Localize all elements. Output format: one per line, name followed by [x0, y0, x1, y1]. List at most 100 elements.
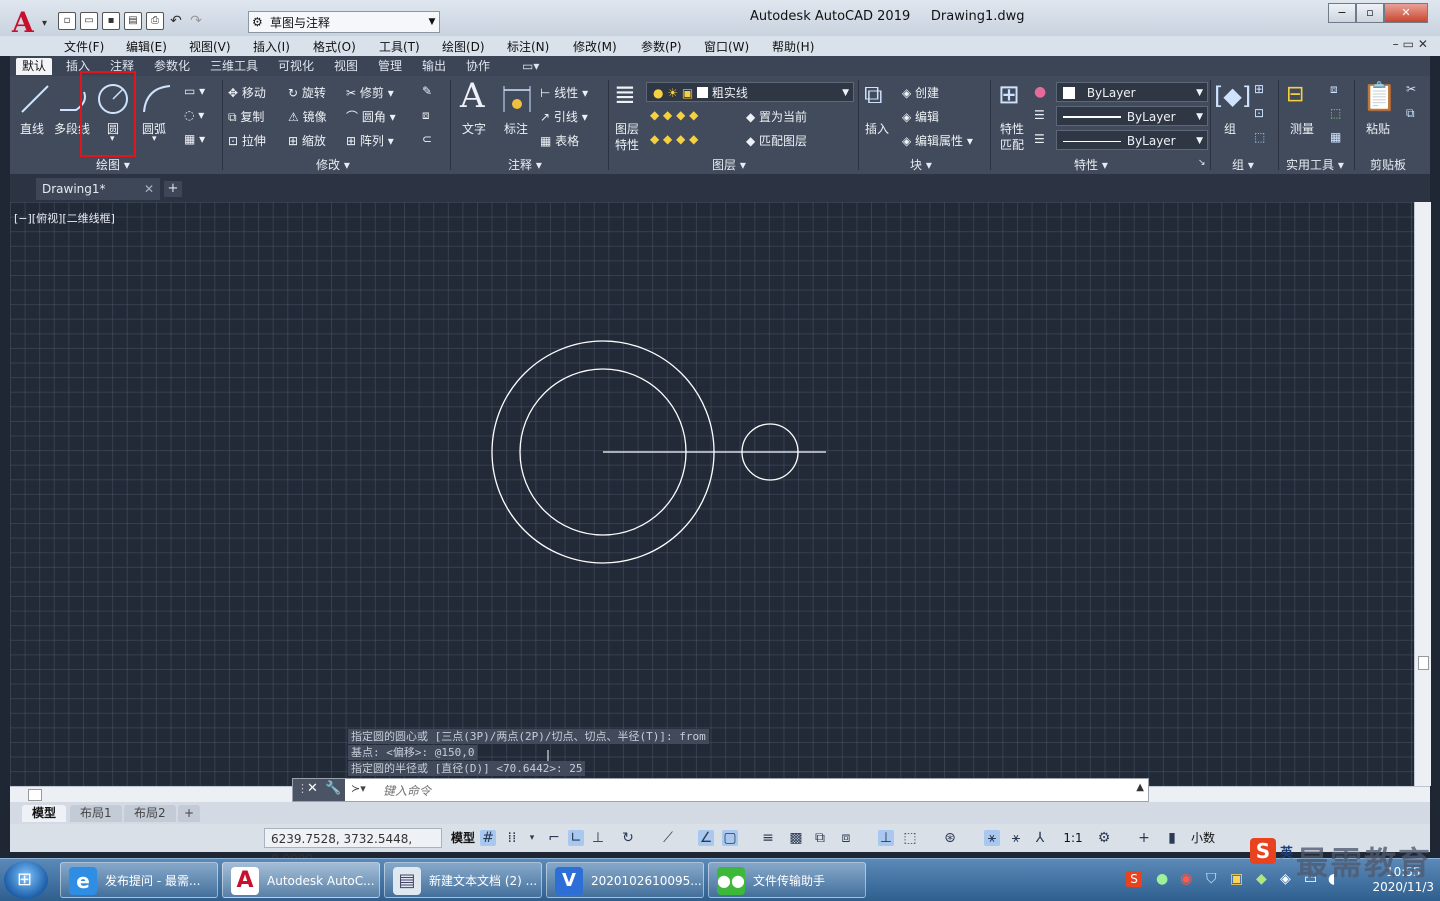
linetype-icon[interactable]: ☰ — [1034, 108, 1045, 122]
create-block-button[interactable]: ◈ 创建 — [902, 84, 939, 101]
tab-visualize[interactable]: 可视化 — [272, 58, 320, 75]
rectangle-icon[interactable]: ▭ ▾ — [184, 84, 205, 98]
lineweight-dropdown[interactable]: ByLayer ▼ — [1056, 130, 1208, 150]
menu-modify[interactable]: 修改(M) — [573, 38, 617, 55]
line-icon[interactable] — [18, 82, 52, 116]
command-input[interactable] — [381, 781, 1165, 801]
document-window-controls[interactable]: –▭✕ — [1393, 37, 1432, 51]
tab-manage[interactable]: 管理 — [372, 58, 408, 75]
redo-icon[interactable]: ↷ — [188, 13, 204, 29]
groups-panel-title[interactable]: 组 ▾ — [1232, 156, 1254, 173]
menu-draw[interactable]: 绘图(D) — [442, 38, 485, 55]
color-wheel-icon[interactable]: ● — [1034, 84, 1046, 100]
menu-dimension[interactable]: 标注(N) — [507, 38, 549, 55]
annotation-panel-title[interactable]: 注释 ▾ — [508, 156, 542, 173]
dynamic-input-icon[interactable]: ⊥ — [590, 830, 606, 846]
tab-collaborate[interactable]: 协作 — [460, 58, 496, 75]
undo-icon[interactable]: ↶ — [168, 13, 184, 29]
application-menu-button[interactable]: A ▾ — [6, 4, 52, 39]
edit-attributes-button[interactable]: ◈ 编辑属性 ▾ — [902, 132, 973, 149]
drawing-geometry[interactable] — [10, 202, 1414, 786]
sogou-ime-icon[interactable]: S — [1126, 871, 1142, 887]
tab-parametric[interactable]: 参数化 — [148, 58, 196, 75]
dynamic-ucs-icon[interactable]: ⊥ — [878, 830, 894, 846]
properties-panel-title[interactable]: 特性 ▾ — [1074, 156, 1108, 173]
edit-block-button[interactable]: ◈ 编辑 — [902, 108, 939, 125]
print-icon[interactable]: ⎙ — [146, 12, 164, 30]
grid-icon[interactable]: # — [480, 830, 496, 846]
group-select-icon[interactable]: ⬚ — [1254, 130, 1265, 144]
copy-clip-icon[interactable]: ⧉ — [1406, 106, 1415, 121]
ribbon-display-toggle[interactable]: ▭▾ — [516, 58, 545, 75]
insert-block-label[interactable]: 插入 — [865, 120, 889, 137]
command-prompt-icon[interactable]: ≻▾ — [351, 782, 366, 795]
color-dropdown[interactable]: ByLayer ▼ — [1056, 82, 1208, 102]
mirror-button[interactable]: ⚠ 镜像 — [288, 108, 327, 125]
quick-select-icon[interactable]: ⧈ — [1330, 82, 1338, 97]
units-icon[interactable]: ▮ — [1164, 830, 1180, 846]
match-properties-label-2[interactable]: 匹配 — [1000, 136, 1024, 153]
taskbar-item-document[interactable]: V 2020102610095... — [546, 862, 704, 898]
transparency-icon[interactable]: ▩ — [788, 830, 804, 846]
menu-help[interactable]: 帮助(H) — [772, 38, 814, 55]
layers-panel-title[interactable]: 图层 ▾ — [712, 156, 746, 173]
modify-panel-title[interactable]: 修改 ▾ — [316, 156, 350, 173]
gizmo-icon[interactable]: ⊛ — [942, 830, 958, 846]
menu-tools[interactable]: 工具(T) — [379, 38, 420, 55]
menu-format[interactable]: 格式(O) — [313, 38, 356, 55]
block-panel-title[interactable]: 块 ▾ — [910, 156, 932, 173]
chevron-up-icon[interactable]: ▲ — [1136, 782, 1144, 793]
object-snap-icon[interactable]: ▢ — [722, 830, 738, 846]
wrench-icon[interactable]: 🔧 — [325, 781, 341, 796]
snap-icon[interactable]: ⁞⁞ — [504, 830, 520, 846]
open-file-icon[interactable]: ▭ — [80, 12, 98, 30]
offset-icon[interactable]: ⧈ — [422, 108, 430, 123]
measure-tool-label[interactable]: 测量 — [1290, 120, 1314, 137]
cut-icon[interactable]: ✂ — [1406, 82, 1416, 96]
units-value[interactable]: 小数 — [1186, 830, 1220, 846]
dimension-tool-label[interactable]: 标注 — [504, 120, 528, 137]
isometric-icon[interactable]: ⟋ — [660, 830, 676, 846]
maximize-button[interactable]: ▫ — [1356, 3, 1384, 23]
coordinates-readout[interactable]: 6239.7528, 3732.5448, 0.0000 — [264, 828, 442, 866]
gear-icon[interactable]: ⚙ — [1096, 830, 1112, 846]
workspace-dropdown[interactable]: ⚙ 草图与注释 ▼ — [248, 11, 440, 33]
menu-view[interactable]: 视图(V) — [189, 38, 231, 55]
erase-icon[interactable]: ✎ — [422, 84, 432, 98]
region-icon[interactable]: ▦ ▾ — [184, 132, 205, 146]
text-icon[interactable]: A — [460, 76, 485, 116]
array-button[interactable]: ⊞ 阵列 ▾ — [346, 132, 394, 149]
layer-tools-icons[interactable]: ◆ ◆ ◆ ◆ — [650, 108, 698, 122]
tab-layout1[interactable]: 布局1 — [70, 805, 122, 822]
menu-file[interactable]: 文件(F) — [64, 38, 104, 55]
drawing-canvas[interactable]: [−][俯视][二维线框] — [10, 202, 1414, 786]
save-as-icon[interactable]: ▤ — [124, 12, 142, 30]
tab-output[interactable]: 输出 — [416, 58, 452, 75]
chevron-down-icon[interactable]: ▾ — [524, 830, 540, 846]
layer-dropdown[interactable]: ● ☀ ▣ 粗实线 ▼ — [646, 82, 854, 102]
wechat-tray-icon[interactable]: ● — [1156, 871, 1168, 887]
tab-layout2[interactable]: 布局2 — [124, 805, 176, 822]
antivirus-icon[interactable]: ◉ — [1180, 871, 1192, 887]
draw-panel-title[interactable]: 绘图 ▾ — [96, 156, 130, 173]
ungroup-icon[interactable]: ⊞ — [1254, 82, 1264, 96]
move-button[interactable]: ✥ 移动 — [228, 84, 266, 101]
taskbar-item-notepad[interactable]: ▤ 新建文本文档 (2) ... — [384, 862, 542, 898]
match-properties-icon[interactable]: ⊞ — [998, 80, 1020, 110]
polar-tracking-icon[interactable]: ↻ — [620, 830, 636, 846]
tab-3d-tools[interactable]: 三维工具 — [204, 58, 264, 75]
scroll-thumb[interactable] — [28, 789, 42, 801]
infer-constraints-icon[interactable]: ⌐ — [546, 830, 562, 846]
minimize-button[interactable]: − — [1328, 3, 1356, 23]
close-icon[interactable]: ✕ — [144, 178, 154, 200]
chevron-down-icon[interactable]: ▾ — [152, 134, 157, 144]
layer-properties-icon[interactable]: ≣ — [614, 80, 636, 110]
arc-icon[interactable] — [140, 82, 174, 116]
lineweight-toggle-icon[interactable]: ≡ — [760, 830, 776, 846]
auto-scale-icon[interactable]: ⚹ — [1008, 830, 1024, 846]
explode-icon[interactable]: ⊂ — [422, 132, 432, 146]
taskbar-item-wechat[interactable]: ●● 文件传输助手 — [708, 862, 866, 898]
layer-tools-icons[interactable]: ◆ ◆ ◆ ◆ — [650, 132, 698, 146]
selection-cycling-icon[interactable]: ⧉ — [812, 830, 828, 846]
plus-icon[interactable]: + — [1136, 830, 1152, 846]
